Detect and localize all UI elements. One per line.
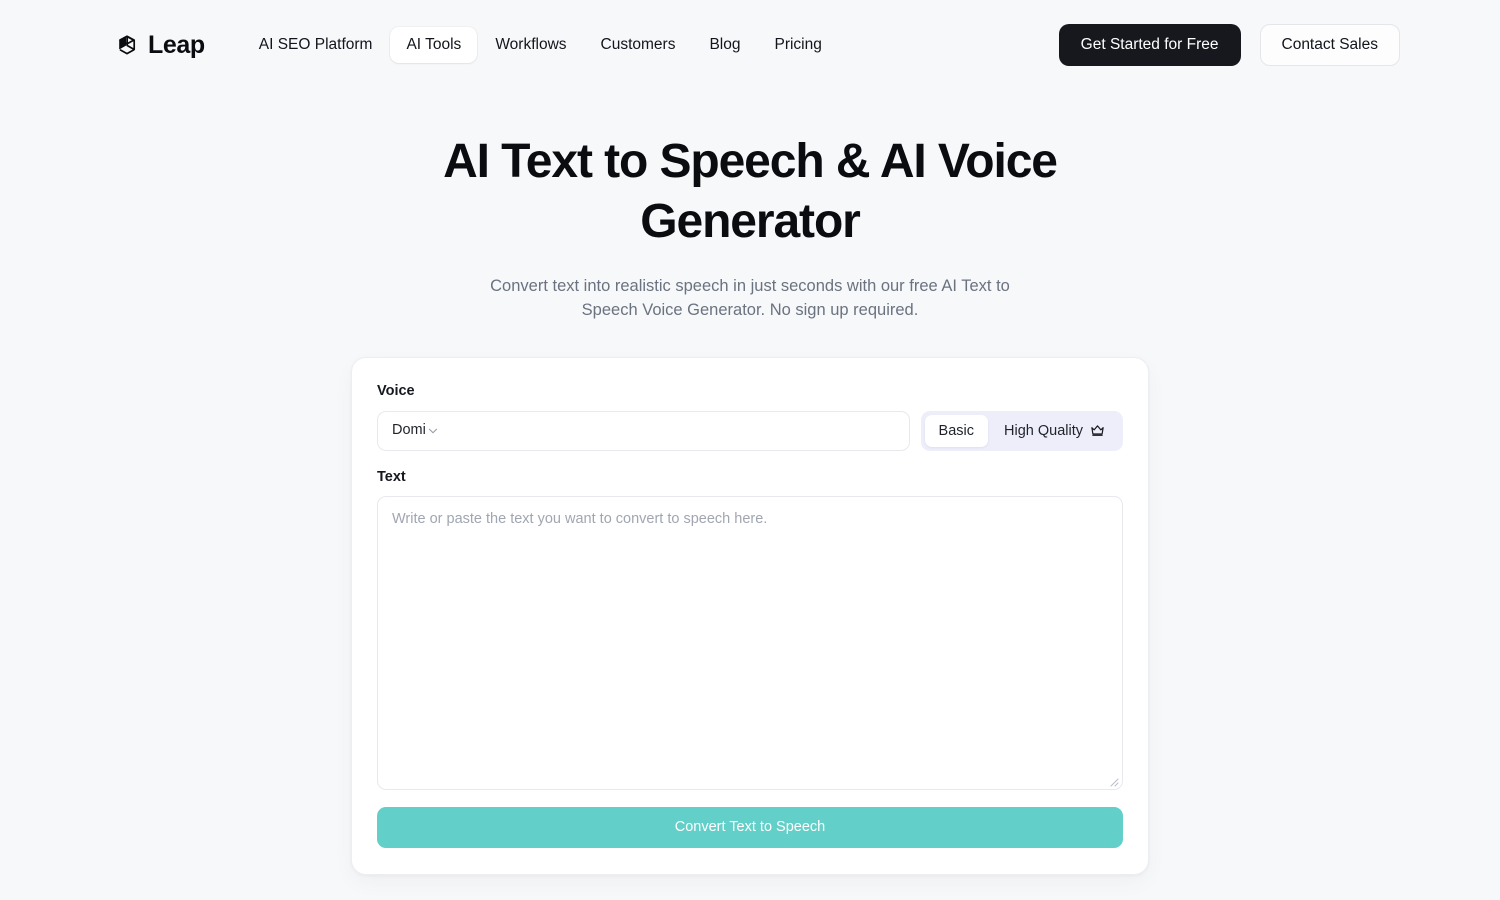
get-started-button[interactable]: Get Started for Free [1058, 24, 1241, 66]
site-header: Leap AI SEO Platform AI Tools Workflows … [0, 0, 1500, 90]
contact-sales-button[interactable]: Contact Sales [1259, 24, 1400, 66]
quality-high-quality-label: High Quality [1004, 422, 1083, 439]
text-input-placeholder: Write or paste the text you want to conv… [392, 511, 768, 527]
nav-item-blog[interactable]: Blog [693, 27, 756, 63]
header-actions: Get Started for Free Contact Sales [1058, 24, 1400, 66]
page-title: AI Text to Speech & AI Voice Generator [443, 135, 1058, 248]
quality-option-high-quality[interactable]: High Quality [990, 415, 1119, 447]
text-to-speech-card: Voice Domi Basic High Quality Text Write… [351, 357, 1149, 875]
nav-item-ai-seo-platform[interactable]: AI SEO Platform [243, 27, 389, 63]
text-label: Text [377, 468, 406, 485]
voice-select[interactable]: Domi [377, 410, 910, 451]
nav-item-pricing[interactable]: Pricing [758, 27, 837, 63]
nav-item-workflows[interactable]: Workflows [479, 27, 582, 63]
text-input[interactable]: Write or paste the text you want to conv… [377, 496, 1123, 790]
quality-option-basic[interactable]: Basic [924, 414, 989, 447]
page-subtitle: Convert text into realistic speech in ju… [490, 277, 1010, 319]
voice-select-value: Domi [392, 422, 426, 439]
quality-segmented-control: Basic High Quality [920, 410, 1123, 451]
chevron-down-icon [426, 424, 440, 438]
text-block: Text Write or paste the text you want to… [377, 468, 1123, 790]
brand-logo[interactable]: Leap [115, 30, 205, 59]
voice-row: Domi Basic High Quality [377, 410, 1123, 451]
nav-item-customers[interactable]: Customers [585, 27, 692, 63]
crown-icon [1090, 423, 1105, 438]
hero-section: AI Text to Speech & AI Voice Generator C… [0, 90, 1500, 322]
voice-label: Voice [377, 383, 415, 399]
cube-logo-icon [115, 33, 139, 57]
main-nav: AI SEO Platform AI Tools Workflows Custo… [243, 27, 838, 63]
tool-card-wrapper: Voice Domi Basic High Quality Text Write… [0, 357, 1500, 875]
convert-text-to-speech-button[interactable]: Convert Text to Speech [377, 807, 1123, 848]
brand-name: Leap [148, 30, 205, 59]
quality-basic-label: Basic [938, 422, 975, 439]
nav-item-ai-tools[interactable]: AI Tools [390, 27, 478, 63]
resize-handle-icon[interactable] [1107, 774, 1119, 787]
